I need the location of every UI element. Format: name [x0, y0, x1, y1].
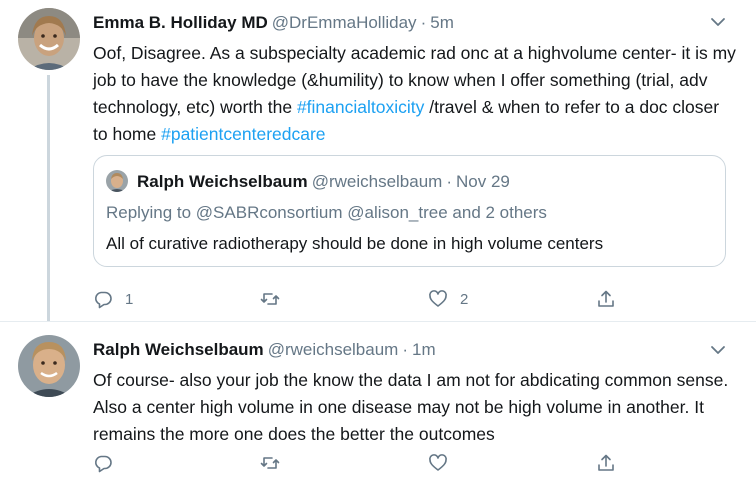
- author-handle[interactable]: @rweichselbaum: [268, 340, 399, 359]
- like-button[interactable]: [428, 452, 460, 474]
- mention-alison-tree: @alison_tree: [347, 203, 448, 222]
- replying-to-line: Replying to @SABRconsortium @alison_tree…: [106, 202, 547, 224]
- author-name[interactable]: Ralph Weichselbaum: [93, 340, 264, 359]
- quoted-tweet-text: All of curative radiotherapy should be d…: [106, 234, 604, 253]
- retweet-button[interactable]: [260, 288, 292, 310]
- like-count: 2: [460, 290, 469, 308]
- hashtag-patientcenteredcare[interactable]: #patientcenteredcare: [161, 124, 325, 144]
- avatar-ralph-weichselbaum[interactable]: [18, 335, 80, 397]
- heart-icon: [428, 453, 448, 473]
- header-separator: ·: [420, 13, 427, 32]
- replying-to-others: and 2 others: [452, 203, 547, 222]
- reply-count: 1: [125, 290, 134, 308]
- quoted-tweet[interactable]: Ralph Weichselbaum @rweichselbaum · Nov 29 …: [93, 155, 726, 267]
- tweet-timestamp[interactable]: 5m: [430, 13, 454, 32]
- reply-icon: [93, 289, 113, 309]
- tweet-text: Oof, Disagree. As a subspecialty academi…: [93, 40, 738, 148]
- retweet-icon: [260, 289, 280, 309]
- retweet-icon: [260, 453, 280, 473]
- quoted-tweet-header: Ralph Weichselbaum @rweichselbaum · Nov 29: [137, 171, 510, 193]
- tweet-ralph-weichselbaum[interactable]: Ralph Weichselbaum @rweichselbaum · 1m Of c…: [0, 322, 756, 481]
- like-button[interactable]: 2: [428, 288, 468, 310]
- hashtag-financialtoxicity[interactable]: #financialtoxicity: [297, 97, 424, 117]
- header-separator: ·: [446, 172, 452, 191]
- author-handle[interactable]: @DrEmmaHolliday: [272, 13, 417, 32]
- tweet-header: Emma B. Holliday MD @DrEmmaHolliday · 5m: [93, 12, 726, 34]
- quoted-author-handle: @rweichselbaum: [311, 172, 443, 191]
- heart-icon: [428, 289, 448, 309]
- avatar-emma-holliday[interactable]: [18, 8, 80, 70]
- share-icon: [596, 453, 616, 473]
- thread-connector-line: [47, 75, 50, 322]
- tweet-actions: 1 2: [93, 288, 623, 310]
- tweet-actions: [93, 452, 623, 474]
- quoted-tweet-date: Nov 29: [456, 172, 510, 191]
- share-icon: [596, 289, 616, 309]
- header-separator: ·: [402, 340, 408, 359]
- quoted-author-name: Ralph Weichselbaum: [137, 172, 308, 191]
- retweet-button[interactable]: [260, 452, 292, 474]
- author-name[interactable]: Emma B. Holliday MD: [93, 13, 268, 32]
- mention-sabrconsortium: @SABRconsortium: [195, 203, 343, 222]
- avatar-ralph-weichselbaum-small: [106, 170, 128, 192]
- tweet-emma-holliday[interactable]: Emma B. Holliday MD @DrEmmaHolliday · 5m Oo…: [0, 0, 756, 322]
- share-button[interactable]: [596, 452, 616, 474]
- chevron-down-icon[interactable]: [710, 14, 726, 30]
- reply-button[interactable]: [93, 452, 125, 474]
- tweet-text: Of course- also your job the know the da…: [93, 370, 729, 444]
- reply-icon: [93, 453, 113, 473]
- tweet-header: Ralph Weichselbaum @rweichselbaum · 1m: [93, 339, 726, 361]
- share-button[interactable]: [596, 288, 616, 310]
- reply-button[interactable]: 1: [93, 288, 133, 310]
- replying-to-prefix: Replying to: [106, 203, 192, 222]
- tweet-timestamp[interactable]: 1m: [412, 340, 436, 359]
- chevron-down-icon[interactable]: [710, 342, 726, 358]
